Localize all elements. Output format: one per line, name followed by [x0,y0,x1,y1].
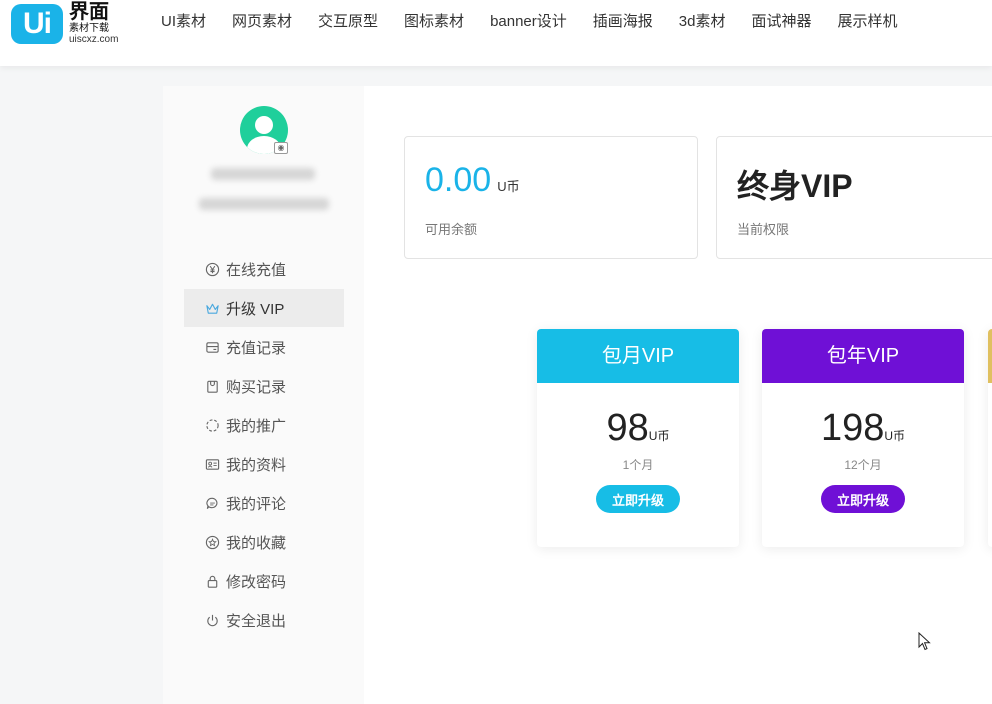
balance-value: 0.00 [425,161,492,199]
lock-icon [204,573,220,589]
power-icon [204,612,220,628]
comment-icon [204,495,220,511]
logo-url: uiscxz.com [69,34,119,45]
logo-text: 界面 素材下载 uiscxz.com [69,2,118,45]
nav-item-prototype[interactable]: 交互原型 [318,12,378,32]
sidebar-item-promotion[interactable]: 我的推广 [184,406,344,444]
crown-icon [204,300,220,316]
sidebar-item-upgrade-vip[interactable]: 升级 VIP [184,289,344,327]
plan-title-partial [988,329,992,383]
user-sidebar: ◉ 在线充值 升级 VIP 充值记录 购买记录 我的推广 我的资料 我的评论 我… [163,86,364,704]
sidebar-item-label: 我的收藏 [226,534,287,552]
level-value-row: 终身VIP [737,161,853,207]
plan-price-row: 98 U币 [537,407,739,450]
balance-label: 可用余额 [425,222,478,237]
yen-circle-icon [204,261,220,277]
sidebar-item-change-password[interactable]: 修改密码 [184,562,344,600]
sidebar-item-comments[interactable]: 我的评论 [184,484,344,522]
sidebar-menu: 在线充值 升级 VIP 充值记录 购买记录 我的推广 我的资料 我的评论 我的收… [184,250,344,640]
nav-item-illustration[interactable]: 插画海报 [593,12,653,32]
top-header: Ui 界面 素材下载 uiscxz.com UI素材 网页素材 交互原型 图标素… [0,0,992,66]
sidebar-item-logout[interactable]: 安全退出 [184,601,344,639]
sidebar-item-label: 购买记录 [226,378,287,396]
plan-unit: U币 [884,429,906,443]
sidebar-item-label: 我的推广 [226,417,287,435]
sidebar-item-recharge[interactable]: 在线充值 [184,250,344,288]
plan-title: 包月VIP [537,329,739,383]
plan-card-monthly: 包月VIP 98 U币 1个月 立即升级 [537,329,739,547]
sidebar-item-profile[interactable]: 我的资料 [184,445,344,483]
profile-card: ◉ [163,86,364,234]
nav-item-icons[interactable]: 图标素材 [404,12,464,32]
spread-icon [204,417,220,433]
nav-item-mockup[interactable]: 展示样机 [838,12,898,32]
id-card-icon [204,456,220,472]
logo-badge: Ui [11,3,63,44]
nav-item-3d[interactable]: 3d素材 [679,12,726,32]
plan-unit: U币 [648,429,670,443]
sidebar-item-purchase-records[interactable]: 购买记录 [184,367,344,405]
level-value: 终身VIP [737,168,853,204]
sidebar-item-label: 修改密码 [226,573,287,591]
nav-item-interview[interactable]: 面试神器 [751,12,811,32]
plan-title: 包年VIP [762,329,964,383]
nav-item-web[interactable]: 网页素材 [232,12,292,32]
nav-item-ui[interactable]: UI素材 [161,12,206,32]
upgrade-yearly-button[interactable]: 立即升级 [821,485,905,513]
blurred-username [211,168,315,180]
plan-duration: 1个月 [622,458,654,472]
balance-unit: U币 [497,179,520,194]
sidebar-item-label: 充值记录 [226,339,287,357]
star-circle-icon [204,534,220,550]
plan-price: 198 [820,407,885,449]
sidebar-item-label: 我的评论 [226,495,287,513]
balance-value-row: 0.00 U币 [425,161,520,200]
wallet-icon [204,339,220,355]
sidebar-item-recharge-records[interactable]: 充值记录 [184,328,344,366]
blurred-user-id [199,198,329,210]
sidebar-item-favorites[interactable]: 我的收藏 [184,523,344,561]
sidebar-item-label: 我的资料 [226,456,287,474]
level-label: 当前权限 [737,222,790,237]
mouse-cursor-icon [918,632,931,651]
bag-icon [204,378,220,394]
balance-card: 0.00 U币 可用余额 [404,136,698,259]
plan-card-yearly: 包年VIP 198 U币 12个月 立即升级 [762,329,964,547]
main-nav: UI素材 网页素材 交互原型 图标素材 banner设计 插画海报 3d素材 面… [161,12,924,32]
plan-price: 98 [606,407,649,449]
plan-card-lifetime-partial [988,329,992,547]
sidebar-item-label: 升级 VIP [226,300,285,318]
nav-item-banner[interactable]: banner设计 [490,12,567,32]
main-content: 0.00 U币 可用余额 终身VIP 当前权限 包月VIP 98 U币 1个月 … [364,86,992,704]
plan-price-row: 198 U币 [762,407,964,450]
logo-name: 界面 [69,1,109,23]
avatar-head-shape [255,116,273,134]
plan-duration: 12个月 [844,458,882,472]
logo-tagline: 素材下载 [69,23,109,34]
site-logo[interactable]: Ui 界面 素材下载 uiscxz.com [11,2,118,45]
sidebar-item-label: 安全退出 [226,612,287,630]
upgrade-monthly-button[interactable]: 立即升级 [596,485,680,513]
level-card: 终身VIP 当前权限 [716,136,992,259]
sidebar-item-label: 在线充值 [226,261,287,279]
camera-icon[interactable]: ◉ [274,142,288,154]
